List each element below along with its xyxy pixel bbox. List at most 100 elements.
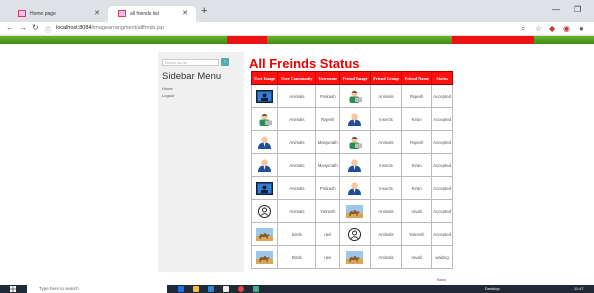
url-host: localhost:8084 [56, 25, 92, 31]
sidebar-link-logout[interactable]: Logout [162, 93, 174, 98]
windows-start-icon[interactable] [10, 286, 16, 292]
column-header: Status [431, 71, 453, 85]
friend-image-cell [339, 176, 371, 200]
close-tab-icon[interactable]: ✕ [94, 9, 100, 17]
friend-image-cell [339, 107, 371, 131]
taskbar-search-input[interactable]: Type here to search [27, 285, 167, 293]
tab-friends-list[interactable]: all friends list ✕ [108, 6, 196, 22]
status-cell: Accepted [431, 222, 453, 246]
forward-icon[interactable]: → [19, 23, 27, 32]
zoom-icon[interactable]: ⌕ [521, 24, 525, 34]
new-tab-icon[interactable]: + [201, 5, 207, 17]
camel-photo-icon [256, 250, 274, 264]
suit-avatar-icon [346, 181, 363, 195]
username-cell: Prakash [315, 84, 341, 108]
bookmark-star-icon[interactable]: ☆ [535, 24, 542, 33]
browser-tab-strip: Home page ✕ all friends list ✕ + — ❐ [0, 0, 594, 22]
file-explorer-icon[interactable] [193, 286, 199, 292]
sidebar-search-button[interactable]: › [221, 58, 229, 66]
edge-icon[interactable] [178, 286, 184, 292]
username-cell: Manjunath [315, 130, 341, 154]
username-cell: ravi [315, 245, 341, 269]
friend-group-cell: Insects [369, 176, 403, 200]
tab-home-page[interactable]: Home page ✕ [8, 6, 108, 22]
friend-name-cell: Rajesh [401, 84, 433, 108]
table-row: Animals Manjunath Insects Kiran Accepted [250, 153, 453, 177]
status-cell: Accepted [431, 107, 453, 131]
column-header: User Community [277, 71, 317, 85]
username-cell: Manjunath [315, 153, 341, 177]
friend-name-cell: Rajesh [401, 130, 433, 154]
url-path: /imagearrangment/allfrnds.jsp [91, 25, 164, 31]
user-community-cell: Animals [277, 130, 317, 154]
username-cell: Yamesh [315, 199, 341, 223]
page-title: All Freinds Status [249, 56, 360, 71]
suit-avatar-icon [346, 112, 363, 126]
friend-group-cell: Animals [369, 222, 403, 246]
camel-photo-icon [346, 250, 364, 264]
friend-image-cell [339, 222, 371, 246]
column-header: Username [315, 71, 341, 85]
close-tab-icon[interactable]: ✕ [182, 9, 188, 17]
user-image-cell [250, 130, 279, 154]
status-cell: Accepted [431, 84, 453, 108]
desktop-label[interactable]: Desktop [485, 286, 500, 291]
page-favicon-icon [118, 10, 126, 17]
user-community-cell: Birds [277, 222, 317, 246]
clock[interactable]: 11:47 [574, 286, 584, 291]
store-icon[interactable] [208, 286, 214, 292]
table-row: Animals Manjunath Animals Rajesh Accepted [250, 130, 453, 154]
column-header: Friend Name [401, 71, 433, 85]
reload-icon[interactable]: ↻ [32, 23, 39, 32]
suit-avatar-icon [256, 135, 273, 149]
developer-avatar-icon [256, 113, 273, 126]
friend-group-cell: Animals [369, 199, 403, 223]
camel-photo-icon [346, 204, 364, 218]
table-row: Birds ravi Animals Yamesh Accepted [250, 222, 453, 246]
user-community-cell: Birds [277, 245, 317, 269]
chrome-icon[interactable] [238, 286, 244, 292]
user-image-cell [250, 153, 279, 177]
back-icon[interactable]: ← [6, 23, 14, 32]
address-bar-row: ← → ↻ ⓘ localhost:8084/imagearrangment/a… [0, 22, 594, 36]
column-header: Friend Image [339, 71, 371, 85]
friend-image-cell [339, 84, 371, 108]
back-link[interactable]: Back [437, 277, 446, 282]
mail-icon[interactable] [223, 286, 229, 292]
profile-icon[interactable]: ● [579, 24, 584, 33]
tab-title: all friends list [130, 11, 159, 17]
friend-group-cell: Insects [369, 153, 403, 177]
username-cell: ravi [315, 222, 341, 246]
friend-image-cell [339, 199, 371, 223]
friends-status-table: User Image User Community Username Frien… [250, 71, 453, 269]
sidebar-link-home[interactable]: Home [162, 86, 173, 91]
minimize-icon[interactable]: — [552, 5, 560, 14]
sidebar [158, 52, 244, 272]
friend-image-cell [339, 130, 371, 154]
username-cell: Rajesh [315, 107, 341, 131]
friend-group-cell: Animals [369, 245, 403, 269]
user-image-cell [250, 222, 279, 246]
user-image-cell [250, 245, 279, 269]
table-row: Animals Prakash Animals Rajesh Accepted [250, 84, 453, 108]
suit-avatar-icon [346, 158, 363, 172]
table-row: Birds ravi Animals ravali waiting [250, 245, 453, 269]
friend-name-cell: Kiran [401, 176, 433, 200]
extension-icon[interactable]: ◆ [549, 24, 555, 33]
username-cell: Prakash [315, 176, 341, 200]
developer-avatar-icon [346, 136, 363, 149]
restore-icon[interactable]: ❐ [574, 5, 581, 14]
user-community-cell: Animals [277, 176, 317, 200]
table-row: Animals Yamesh Animals ravali Accepted [250, 199, 453, 223]
table-row: Animals Rajesh Insects Kiran Accepted [250, 107, 453, 131]
url-field[interactable]: localhost:8084/imagearrangment/allfrnds.… [56, 25, 164, 31]
header-accent-right [452, 36, 534, 44]
page-favicon-icon [18, 10, 26, 17]
monitor-person-icon [256, 181, 274, 195]
column-header: User Image [250, 71, 279, 85]
tab-title: Home page [30, 11, 56, 17]
developer-avatar-icon [346, 90, 363, 103]
netbeans-icon[interactable] [253, 286, 259, 292]
sidebar-search-input[interactable]: Search our ite [162, 59, 219, 66]
extension-icon[interactable]: ◉ [563, 24, 570, 33]
